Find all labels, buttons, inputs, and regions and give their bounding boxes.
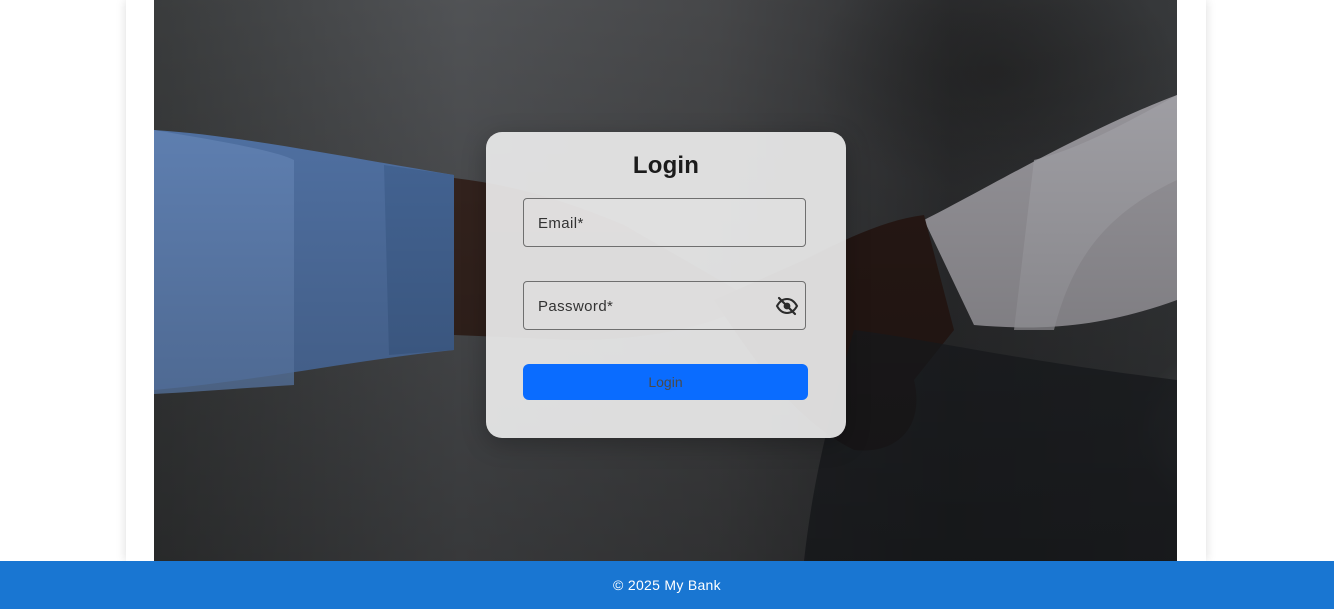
eye-off-icon[interactable] — [775, 294, 799, 318]
password-field[interactable]: Password* — [523, 281, 806, 330]
footer-copyright: © 2025 My Bank — [613, 577, 721, 593]
password-label: Password* — [538, 298, 614, 315]
footer: © 2025 My Bank — [0, 561, 1334, 609]
login-button[interactable]: Login — [523, 364, 808, 400]
email-field[interactable]: Email* — [523, 198, 806, 247]
login-title: Login — [632, 152, 700, 179]
email-label: Email* — [538, 215, 584, 232]
login-card: Login Email* Password* Login — [486, 132, 846, 438]
page: Login Email* Password* Login © 2025 My B… — [0, 0, 1334, 609]
